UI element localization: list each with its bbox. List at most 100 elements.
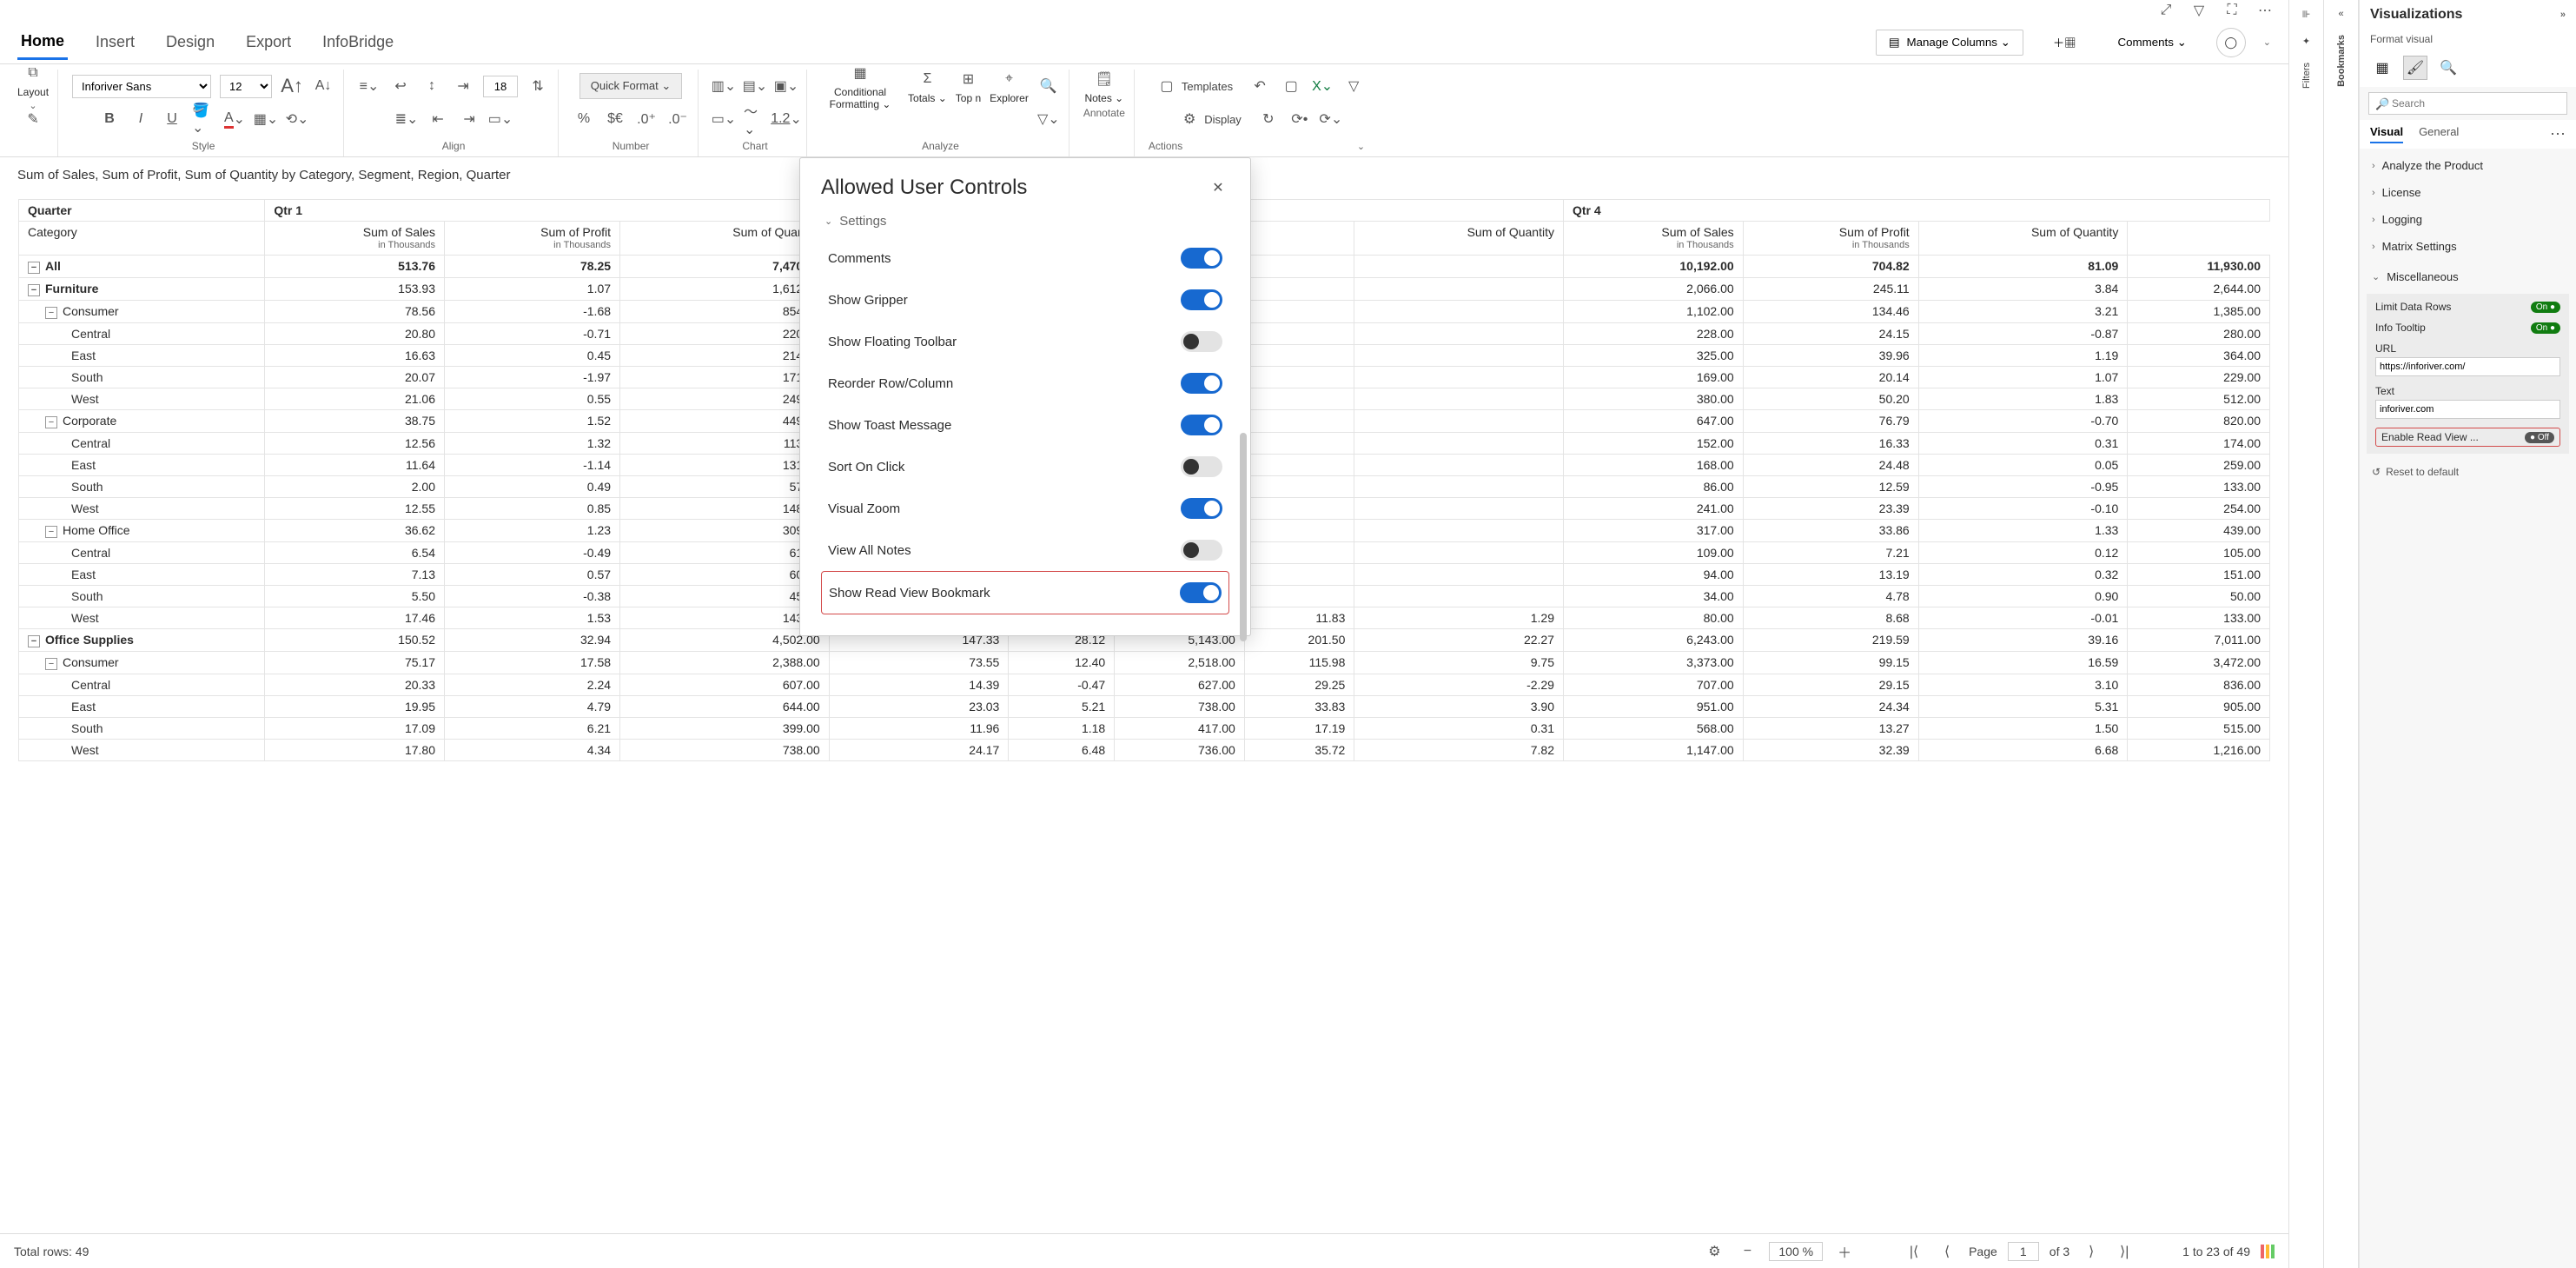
reset-icon[interactable]: ⟳•	[1288, 108, 1311, 130]
borders-icon[interactable]: ▦⌄	[255, 108, 277, 130]
refresh-icon[interactable]: ↻	[1257, 108, 1280, 130]
indent-stepper-icon[interactable]: ⇅	[526, 75, 549, 97]
merge-icon[interactable]: ▭⌄	[489, 108, 512, 130]
table-row[interactable]: −Consumer75.1717.582,388.0073.5512.402,5…	[19, 651, 2270, 674]
comments-button[interactable]: Comments ⌄	[2105, 30, 2198, 55]
hdr-q4-sq[interactable]: Sum of Quantity	[1918, 222, 2128, 256]
toggle-switch[interactable]	[1181, 373, 1222, 394]
misc-text-input[interactable]	[2375, 400, 2560, 419]
user-menu-chevron-icon[interactable]: ⌄	[2263, 37, 2271, 48]
increase-decimal-icon[interactable]: .0⁺	[635, 108, 658, 130]
currency-icon[interactable]: $€	[604, 108, 626, 130]
filter-small-icon[interactable]: ▽	[2188, 0, 2210, 22]
toggle-switch[interactable]	[1181, 456, 1222, 477]
decrease-font-icon[interactable]: A↓	[312, 75, 334, 97]
toggle-switch[interactable]	[1181, 331, 1222, 352]
totals-button[interactable]: ΣTotals ⌄	[908, 68, 947, 104]
settings-gear-icon[interactable]: ⚙	[1703, 1240, 1725, 1263]
first-page-icon[interactable]: |⟨	[1903, 1240, 1925, 1263]
add-panel-button[interactable]: ＋▦	[2041, 29, 2089, 56]
toggle-switch[interactable]	[1181, 289, 1222, 310]
topn-button[interactable]: ⊞Top n	[956, 68, 981, 104]
wrap-text-icon[interactable]: ↩	[389, 75, 412, 97]
tab-export[interactable]: Export	[242, 26, 295, 58]
viz-format-icon[interactable]: 🖌	[2403, 56, 2427, 80]
increase-indent-icon[interactable]: ⇥	[458, 108, 480, 130]
misc-tooltip-toggle[interactable]: On ●	[2531, 322, 2560, 334]
viz-item[interactable]: › License	[2360, 179, 2576, 206]
viz-build-icon[interactable]: ▦	[2370, 56, 2394, 80]
misc-limit-toggle[interactable]: On ●	[2531, 302, 2560, 313]
clear-format-icon[interactable]: ⟲⌄	[286, 108, 308, 130]
hdr-q1-sp[interactable]: Sum of Profitin Thousands	[445, 222, 620, 256]
table-row[interactable]: East19.954.79644.0023.035.21738.0033.833…	[19, 695, 2270, 717]
decrease-indent-icon[interactable]: ⇤	[427, 108, 449, 130]
fill-color-icon[interactable]: 🪣⌄	[192, 108, 215, 130]
filter-icon[interactable]: ▽⌄	[1037, 108, 1060, 130]
viz-tab-general[interactable]: General	[2419, 125, 2459, 143]
font-color-icon[interactable]: A⌄	[223, 108, 246, 130]
hdr-q3-sq[interactable]: Sum of Quantity	[1354, 222, 1564, 256]
hdr-category[interactable]: Category	[19, 222, 265, 256]
tab-home[interactable]: Home	[17, 25, 68, 60]
bookmarks-rail[interactable]: Bookmarks	[2336, 35, 2347, 87]
viz-analytics-icon[interactable]: 🔍	[2436, 56, 2460, 80]
increase-font-icon[interactable]: A↑	[281, 75, 303, 97]
filter2-icon[interactable]: ▽	[1342, 75, 1365, 97]
orientation-icon[interactable]: ↕	[421, 75, 443, 97]
redo-icon[interactable]: ▢	[1280, 75, 1302, 97]
ribbon-collapse-icon[interactable]: ⌄	[1357, 141, 1365, 152]
excel-icon[interactable]: X⌄	[1311, 75, 1334, 97]
display-button[interactable]: ⚙Display	[1171, 104, 1248, 134]
viz-item-miscellaneous[interactable]: ⌄Miscellaneous	[2360, 263, 2576, 290]
notes-button[interactable]: 🗒Notes ⌄	[1084, 68, 1123, 104]
hdr-q4-ss[interactable]: Sum of Salesin Thousands	[1563, 222, 1743, 256]
expand-toggle-icon[interactable]: −	[28, 284, 40, 296]
viz-tab-visual[interactable]: Visual	[2370, 125, 2403, 143]
underline-icon[interactable]: U	[161, 108, 183, 130]
collapse-icon[interactable]: «	[2338, 9, 2343, 19]
font-size-select[interactable]: 12	[220, 75, 272, 98]
expand-toggle-icon[interactable]: −	[28, 635, 40, 647]
chart5-icon[interactable]: ～⌄	[744, 108, 766, 130]
italic-icon[interactable]: I	[129, 108, 152, 130]
close-icon[interactable]: ✕	[1207, 176, 1229, 199]
chart3-icon[interactable]: ▣⌄	[775, 75, 798, 97]
focus-icon[interactable]: ⤢	[2155, 0, 2177, 22]
tab-design[interactable]: Design	[162, 26, 218, 58]
hdr-quarter[interactable]: Quarter	[19, 200, 265, 222]
misc-enable-read-toggle[interactable]: ● Off	[2525, 432, 2554, 443]
expand-toggle-icon[interactable]: −	[45, 526, 57, 538]
align-left-icon[interactable]: ≡⌄	[358, 75, 381, 97]
viz-item[interactable]: › Logging	[2360, 206, 2576, 233]
table-row[interactable]: South17.096.21399.0011.961.18417.0017.19…	[19, 717, 2270, 739]
viz-item[interactable]: › Analyze the Product	[2360, 152, 2576, 179]
chart4-icon[interactable]: ▭⌄	[712, 108, 735, 130]
viz-expand-icon[interactable]: »	[2560, 10, 2566, 20]
bold-icon[interactable]: B	[98, 108, 121, 130]
user-avatar-button[interactable]: ◯	[2216, 28, 2246, 57]
last-page-icon[interactable]: ⟩|	[2113, 1240, 2136, 1263]
indent-input[interactable]	[483, 76, 518, 97]
toggle-switch[interactable]	[1180, 582, 1222, 603]
expand-icon[interactable]: ⛶	[2221, 0, 2243, 22]
decrease-decimal-icon[interactable]: .0⁻	[666, 108, 689, 130]
quick-format-button[interactable]: Quick Format ⌄	[579, 73, 683, 99]
percent-icon[interactable]: %	[573, 108, 595, 130]
misc-url-input[interactable]	[2375, 357, 2560, 376]
viz-tab-more-icon[interactable]: ⋯	[2550, 125, 2566, 143]
expand-toggle-icon[interactable]: −	[45, 658, 57, 670]
expand-toggle-icon[interactable]: −	[45, 307, 57, 319]
filters-rail[interactable]: Filters	[2301, 63, 2312, 89]
manage-columns-button[interactable]: ▤ Manage Columns ⌄	[1876, 30, 2023, 56]
explorer-button[interactable]: ⌖Explorer	[990, 68, 1029, 104]
font-family-select[interactable]: Inforiver Sans	[72, 75, 211, 98]
prev-page-icon[interactable]: ⟨	[1936, 1240, 1958, 1263]
ai-icon[interactable]: ✦	[2302, 36, 2310, 47]
chart2-icon[interactable]: ▤⌄	[744, 75, 766, 97]
hdr-q4-sp[interactable]: Sum of Profitin Thousands	[1743, 222, 1918, 256]
zoom-in-icon[interactable]: ＋	[1833, 1240, 1856, 1263]
valign-icon[interactable]: ≣⌄	[395, 108, 418, 130]
more-icon[interactable]: ⋯	[2254, 0, 2276, 22]
toggle-switch[interactable]	[1181, 248, 1222, 269]
